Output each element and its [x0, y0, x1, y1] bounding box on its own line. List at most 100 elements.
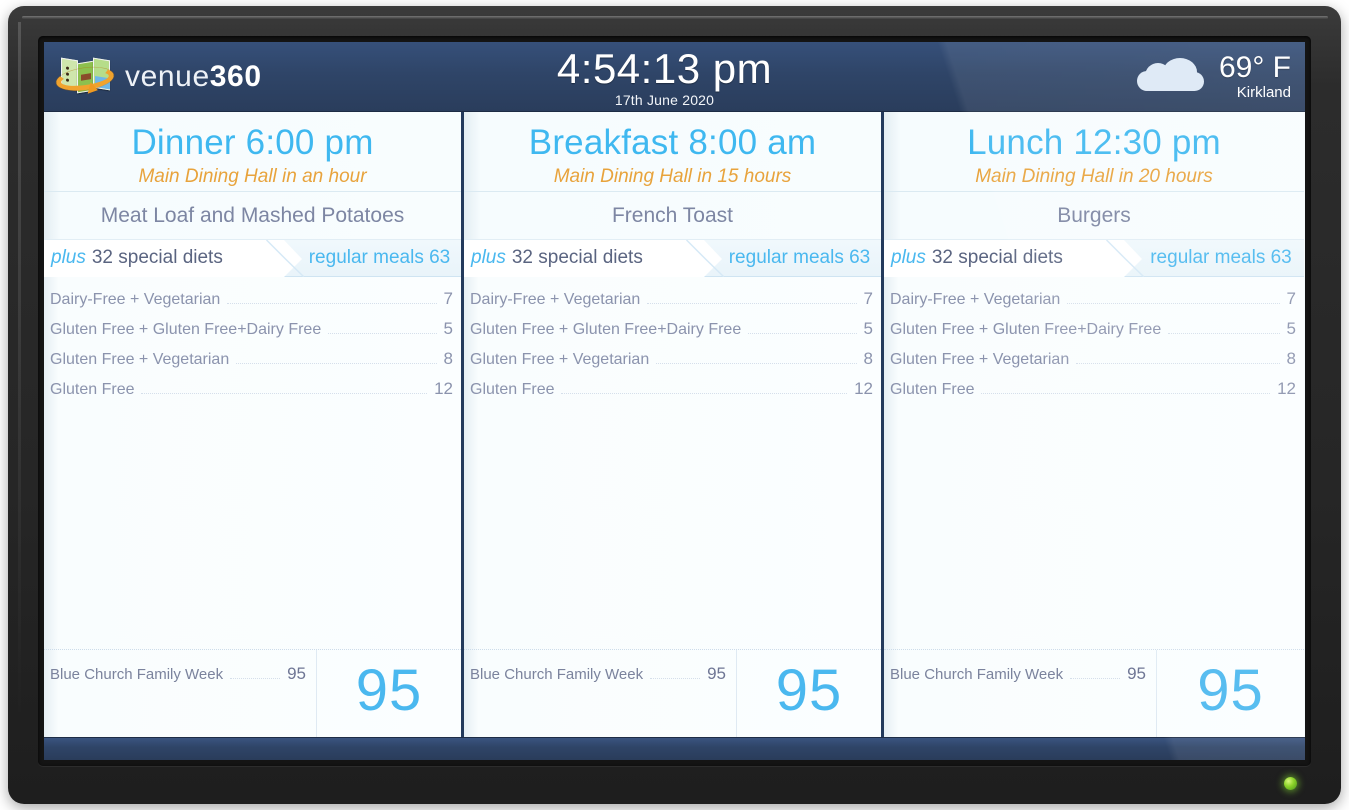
tab-special-diets-label: 32 special diets: [511, 247, 643, 268]
meal-location-eta: Main Dining Hall in an hour: [138, 166, 367, 187]
footer-groups: Blue Church Family Week 95: [884, 650, 1156, 737]
diet-list: Dairy-Free + Vegetarian 7 Gluten Free + Gl…: [884, 277, 1304, 649]
tab-regular-meals[interactable]: regular meals 63: [1124, 247, 1304, 269]
diet-label: Gluten Free + Gluten Free+Dairy Free: [50, 321, 322, 338]
meal-location-eta: Main Dining Hall in 20 hours: [975, 166, 1213, 187]
diet-count: 8: [863, 349, 873, 368]
diet-label: Gluten Free: [470, 381, 555, 398]
leader-dots: [230, 678, 281, 679]
footer-group-count: 95: [287, 664, 306, 683]
monitor-bezel: venue360 4:54:13 pm 17th June 2020 69° F…: [8, 6, 1341, 804]
diet-label: Gluten Free: [890, 381, 975, 398]
footer-total-count: 95: [316, 650, 461, 737]
diet-row: Gluten Free + Gluten Free+Dairy Free 5: [470, 319, 873, 349]
clock-date: 17th June 2020: [614, 91, 715, 108]
leader-dots: [561, 393, 848, 394]
diet-count: 5: [863, 319, 873, 338]
meal-panels: Dinner 6:00 pm Main Dining Hall in an hou…: [44, 112, 1305, 737]
meal-header: Lunch 12:30 pm Main Dining Hall in 20 hou…: [884, 112, 1304, 192]
leader-dots: [647, 303, 857, 304]
weather-location: Kirkland: [1236, 84, 1291, 101]
footer-group-row: Blue Church Family Week 95: [890, 664, 1146, 684]
panel-footer: Blue Church Family Week 95 95: [44, 649, 461, 737]
diet-label: Dairy-Free + Vegetarian: [50, 291, 221, 308]
diet-row: Dairy-Free + Vegetarian 7: [470, 289, 873, 319]
diet-label: Gluten Free + Vegetarian: [470, 351, 650, 368]
meal-title: Dinner 6:00 pm: [131, 123, 374, 162]
diet-row: Dairy-Free + Vegetarian 7: [50, 289, 453, 319]
menu-name: Burgers: [884, 192, 1304, 240]
logo-orbit-arrow-icon: [87, 81, 100, 96]
app-bottom-bar: [44, 737, 1305, 760]
diet-list: Dairy-Free + Vegetarian 7 Gluten Free + Gl…: [464, 277, 881, 649]
footer-group-label: Blue Church Family Week: [50, 666, 224, 683]
diet-label: Dairy-Free + Vegetarian: [470, 291, 641, 308]
meal-location-eta: Main Dining Hall in 15 hours: [553, 166, 792, 187]
footer-groups: Blue Church Family Week 95: [464, 650, 736, 737]
diet-count: 12: [1277, 379, 1296, 398]
diet-label: Gluten Free + Gluten Free+Dairy Free: [470, 321, 742, 338]
footer-group-row: Blue Church Family Week 95: [50, 664, 306, 684]
diet-count: 5: [1286, 319, 1296, 338]
menu-name: French Toast: [464, 192, 881, 240]
tab-regular-meals[interactable]: regular meals 63: [704, 247, 881, 269]
footer-group-count: 95: [1127, 664, 1146, 683]
brand-name-light: venue: [125, 59, 210, 93]
meal-tabs: plus 32 special diets regular meals 63: [464, 239, 881, 277]
tab-special-diets[interactable]: plus 32 special diets: [44, 239, 302, 277]
diet-count: 12: [434, 379, 453, 398]
footer-group-row: Blue Church Family Week 95: [470, 664, 726, 684]
leader-dots: [1067, 303, 1280, 304]
meal-tabs: plus 32 special diets regular meals 63: [44, 239, 461, 277]
tab-regular-meals[interactable]: regular meals 63: [284, 247, 461, 269]
bezel-top-highlight: [22, 16, 1328, 19]
footer-total-count: 95: [1156, 650, 1304, 737]
meal-panel[interactable]: Lunch 12:30 pm Main Dining Hall in 20 hou…: [884, 112, 1304, 737]
clock-time: 4:54:13 pm: [556, 44, 773, 92]
tab-plus-label: plus: [471, 247, 506, 268]
meal-panel[interactable]: Dinner 6:00 pm Main Dining Hall in an hou…: [44, 112, 464, 737]
footer-groups: Blue Church Family Week 95: [44, 650, 316, 737]
tab-plus-label: plus: [891, 247, 926, 268]
clock: 4:54:13 pm 17th June 2020: [304, 46, 1025, 108]
meal-header: Breakfast 8:00 am Main Dining Hall in 15 …: [464, 112, 881, 192]
weather-temperature: 69° F: [1218, 51, 1291, 84]
footer-group-count: 95: [707, 664, 726, 683]
menu-name: Meat Loaf and Mashed Potatoes: [44, 192, 461, 240]
diet-row: Gluten Free 12: [50, 379, 453, 409]
diet-count: 7: [443, 289, 453, 308]
leader-dots: [1076, 363, 1280, 364]
tab-special-diets[interactable]: plus 32 special diets: [884, 239, 1142, 277]
meal-title: Lunch 12:30 pm: [967, 123, 1221, 162]
diet-row: Gluten Free + Gluten Free+Dairy Free 5: [890, 319, 1296, 349]
meal-panel[interactable]: Breakfast 8:00 am Main Dining Hall in 15 …: [464, 112, 884, 737]
power-led-icon: [1284, 777, 1297, 790]
bezel-left-highlight: [18, 22, 21, 722]
tab-plus-label: plus: [51, 247, 86, 268]
diet-count: 8: [1286, 349, 1296, 368]
diet-count: 12: [854, 379, 873, 398]
diet-label: Gluten Free + Vegetarian: [50, 351, 230, 368]
diet-label: Dairy-Free + Vegetarian: [890, 291, 1061, 308]
app-header: venue360 4:54:13 pm 17th June 2020 69° F…: [44, 42, 1305, 112]
diet-row: Gluten Free + Gluten Free+Dairy Free 5: [50, 319, 453, 349]
display-screen: venue360 4:54:13 pm 17th June 2020 69° F…: [44, 42, 1305, 760]
leader-dots: [141, 393, 428, 394]
diet-label: Gluten Free + Vegetarian: [890, 351, 1070, 368]
brand: venue360: [44, 52, 344, 102]
meal-title: Breakfast 8:00 am: [528, 123, 817, 162]
leader-dots: [650, 678, 701, 679]
footer-total-count: 95: [736, 650, 881, 737]
leader-dots: [236, 363, 437, 364]
diet-row: Gluten Free + Vegetarian 8: [470, 349, 873, 379]
diet-label: Gluten Free + Gluten Free+Dairy Free: [890, 321, 1162, 338]
meal-header: Dinner 6:00 pm Main Dining Hall in an hou…: [44, 112, 461, 192]
footer-group-label: Blue Church Family Week: [890, 666, 1064, 683]
leader-dots: [1168, 333, 1280, 334]
weather-text: 69° F Kirkland: [1219, 52, 1291, 101]
diet-row: Dairy-Free + Vegetarian 7: [890, 289, 1296, 319]
diet-count: 7: [1286, 289, 1296, 308]
leader-dots: [227, 303, 437, 304]
brand-name: venue360: [125, 60, 262, 94]
tab-special-diets[interactable]: plus 32 special diets: [464, 239, 722, 277]
